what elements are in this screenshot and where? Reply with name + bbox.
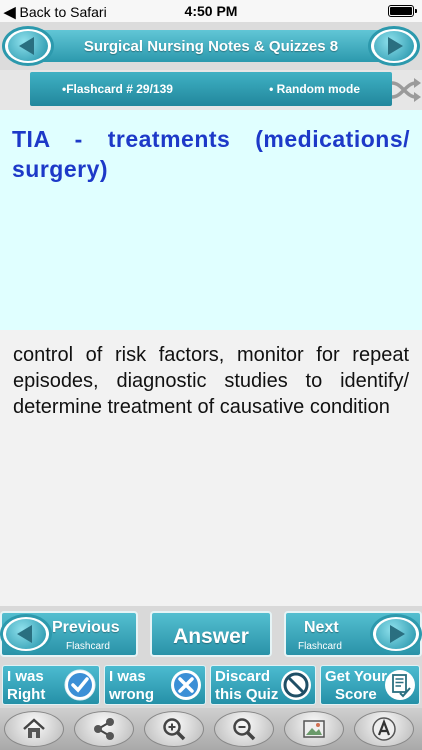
share-button[interactable]: [74, 711, 134, 747]
answer-area: control of risk factors, monitor for rep…: [0, 330, 422, 606]
zoom-out-icon: [233, 718, 256, 741]
i-was-right-button[interactable]: I was Right: [2, 665, 100, 705]
zoom-out-button[interactable]: [214, 711, 274, 747]
photo-button[interactable]: [284, 711, 344, 747]
get-your-score-button[interactable]: Get Your Score: [320, 665, 420, 705]
score-line2: Score: [335, 686, 377, 703]
discard-line2: this Quiz: [215, 686, 279, 703]
discard-quiz-button[interactable]: Discard this Quiz: [210, 665, 316, 705]
arrow-left-icon: [17, 625, 32, 643]
discard-line1: Discard: [215, 668, 271, 685]
flashcard-counter: •Flashcard # 29/139: [62, 82, 173, 96]
previous-label: Previous: [52, 619, 120, 636]
font-button[interactable]: [354, 711, 414, 747]
status-bar: ◀ Back to Safari 4:50 PM: [0, 0, 422, 22]
score-line1: Get Your: [325, 668, 387, 685]
arrow-right-icon: [388, 37, 403, 55]
question-text: TIA - treatments (medications/ surgery): [12, 126, 410, 182]
arrow-left-icon: [19, 37, 34, 55]
status-time: 4:50 PM: [184, 3, 238, 19]
wrong-line1: I was: [109, 668, 146, 685]
answer-button[interactable]: Answer: [150, 611, 272, 657]
arrow-right-icon: [390, 625, 405, 643]
block-icon: [281, 670, 311, 700]
quiz-row: I was Right I was wrong Discard this Qui…: [0, 662, 422, 708]
right-line2: Right: [7, 686, 46, 703]
bottom-toolbar: [0, 708, 422, 750]
page-title: Surgical Nursing Notes & Quizzes 8: [83, 38, 339, 55]
zoom-in-icon: [163, 718, 186, 741]
score-sheet-icon: [385, 670, 415, 700]
previous-sub-label: Flashcard: [66, 641, 110, 652]
answer-text: control of risk factors, monitor for rep…: [13, 344, 409, 418]
header-back-button[interactable]: [2, 26, 54, 66]
right-line1: I was: [7, 668, 44, 685]
answer-label: Answer: [173, 625, 249, 648]
home-button[interactable]: [4, 711, 64, 747]
photo-icon: [303, 720, 325, 738]
i-was-wrong-button[interactable]: I was wrong: [104, 665, 206, 705]
previous-arrow-button[interactable]: [0, 614, 52, 654]
shuffle-icon[interactable]: [390, 74, 422, 106]
info-row: •Flashcard # 29/139 • Random mode: [0, 70, 422, 110]
question-area: TIA - treatments (medications/ surgery): [0, 110, 422, 330]
flashcard-info-bar: •Flashcard # 29/139 • Random mode: [30, 72, 392, 106]
close-icon: [171, 670, 201, 700]
font-icon: [372, 717, 396, 741]
header-forward-button[interactable]: [368, 26, 420, 66]
zoom-in-button[interactable]: [144, 711, 204, 747]
next-arrow-button[interactable]: [370, 614, 422, 654]
home-icon: [23, 718, 45, 738]
flashcard-nav-row: Previous Flashcard Answer Next Flashcard: [0, 606, 422, 662]
share-icon: [94, 718, 114, 740]
checkmark-icon: [64, 669, 96, 701]
header: Surgical Nursing Notes & Quizzes 8: [0, 22, 422, 70]
battery-icon: [388, 5, 417, 17]
wrong-line2: wrong: [109, 686, 154, 703]
random-mode-label: • Random mode: [269, 82, 360, 96]
